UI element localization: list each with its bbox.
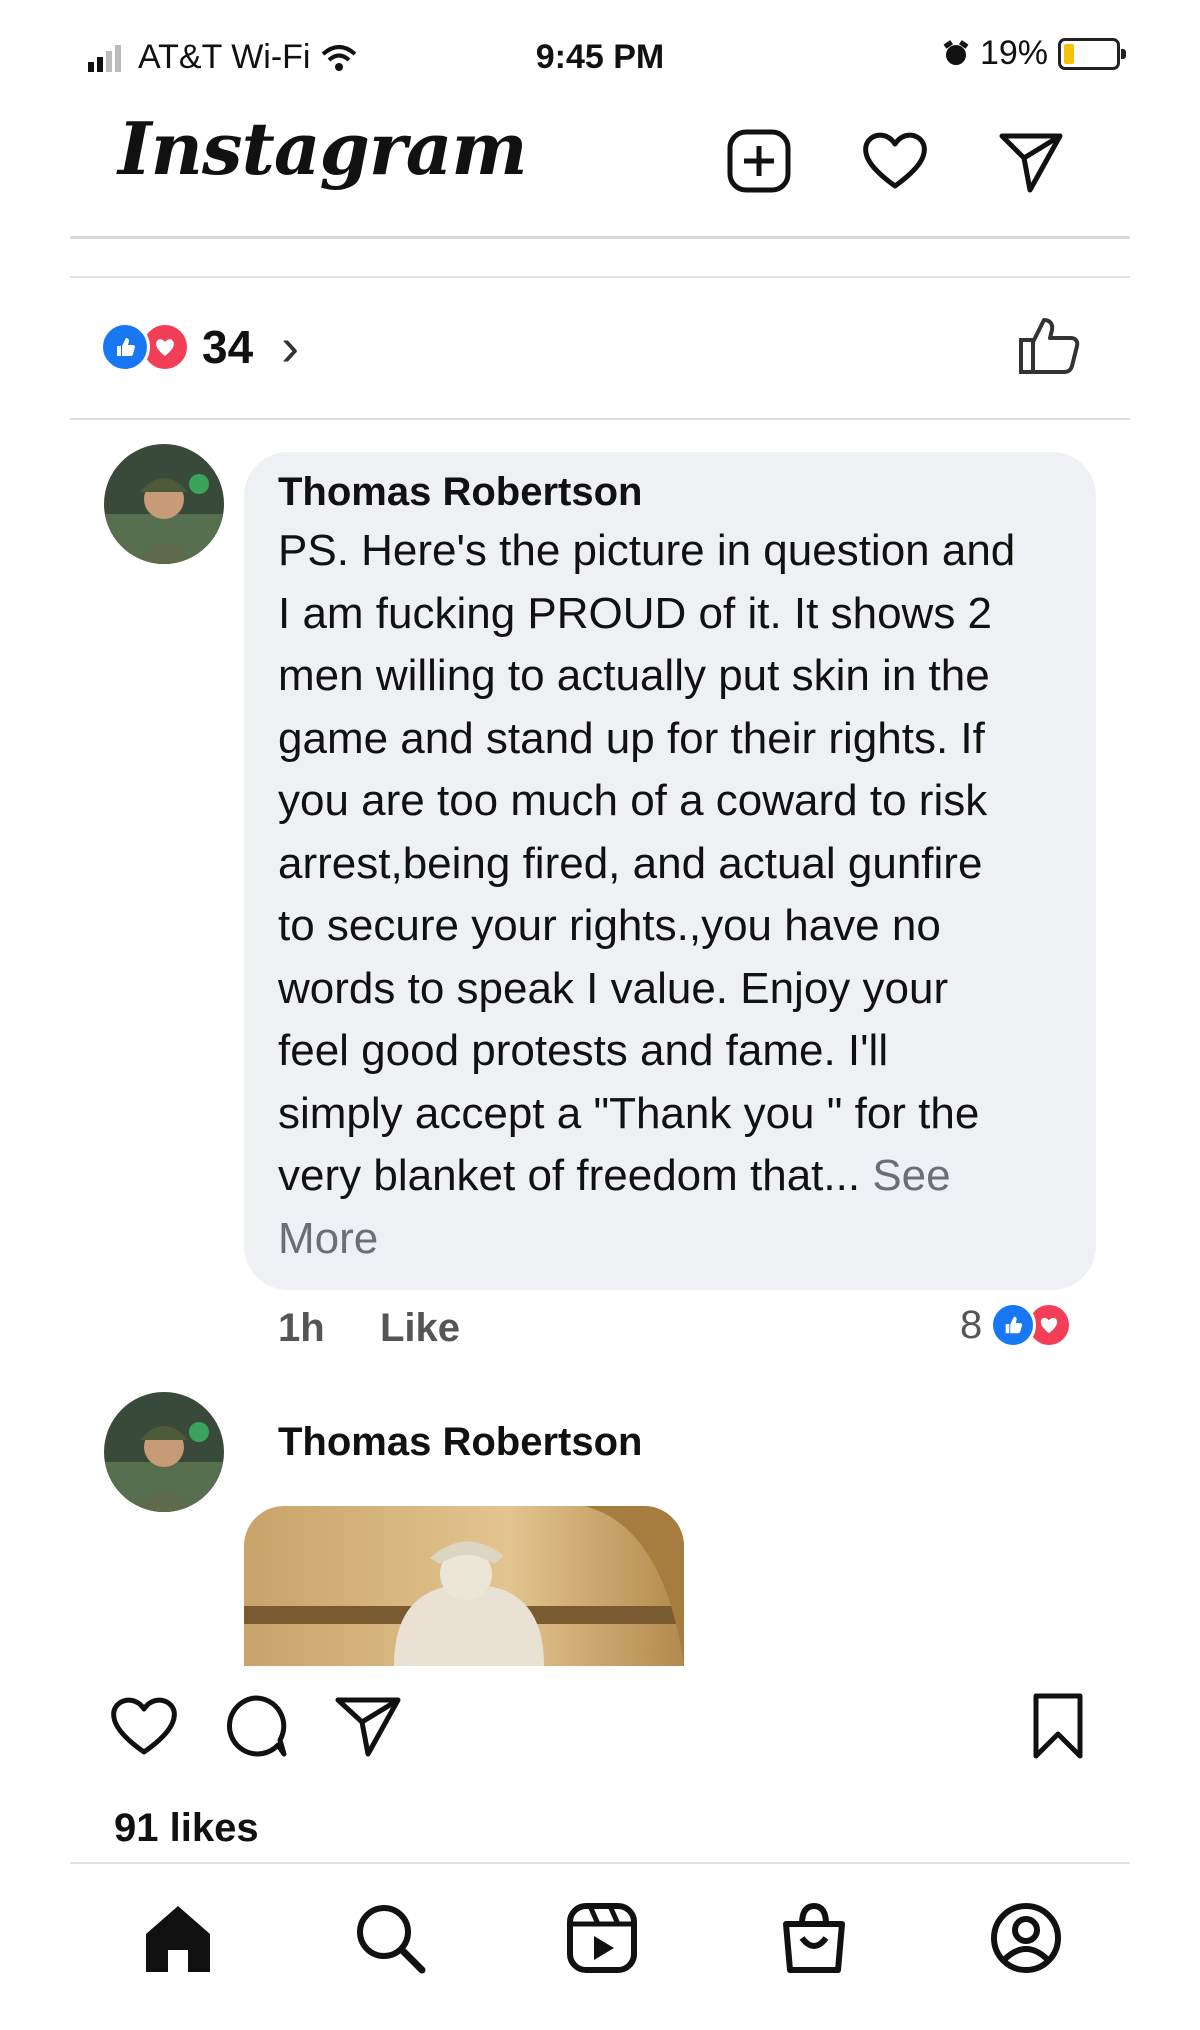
heart-icon[interactable] — [860, 126, 930, 196]
new-post-icon[interactable] — [724, 126, 794, 196]
comment-like-button[interactable]: Like — [380, 1306, 460, 1351]
comment-text: PS. Here's the picture in question and I… — [278, 520, 1078, 1270]
comment-line: you are too much of a coward to risk — [278, 776, 988, 825]
shop-icon[interactable] — [774, 1898, 854, 1978]
comment-icon[interactable] — [220, 1690, 292, 1762]
like-heart-icon[interactable] — [108, 1690, 180, 1762]
instagram-logo[interactable]: Instagram — [118, 106, 528, 191]
bookmark-icon[interactable] — [1022, 1690, 1094, 1762]
embed-top-border — [70, 276, 1130, 278]
commenter-avatar[interactable] — [104, 1392, 224, 1512]
like-reaction-icon — [990, 1302, 1037, 1348]
profile-icon[interactable] — [986, 1898, 1066, 1978]
comment-time: 1h — [278, 1306, 325, 1350]
status-bar: AT&T Wi-Fi 9:45 PM 19% — [0, 30, 1200, 86]
likes-count[interactable]: 91 likes — [114, 1806, 259, 1851]
header-divider — [70, 236, 1130, 239]
search-icon[interactable] — [350, 1898, 430, 1978]
comment-line: simply accept a "Thank you " for the — [278, 1088, 980, 1138]
nav-divider — [70, 1862, 1130, 1864]
comments-divider — [70, 418, 1130, 420]
thumbs-up-icon[interactable] — [1016, 312, 1082, 378]
comment-line: men willing to actually put skin in the — [278, 651, 990, 700]
reply-author[interactable]: Thomas Robertson — [278, 1420, 642, 1465]
direct-message-icon[interactable] — [996, 126, 1066, 196]
share-icon[interactable] — [332, 1690, 404, 1762]
home-icon[interactable] — [138, 1898, 218, 1978]
comment-line-last: very blanket of freedom that... See — [278, 1145, 1078, 1208]
like-reaction-icon — [100, 322, 150, 372]
commenter-avatar[interactable] — [104, 444, 224, 564]
comment-line: to secure your rights.,you have no — [278, 901, 941, 950]
comment-line: feel good protests and fame. I'll — [278, 1026, 889, 1075]
reels-icon[interactable] — [562, 1898, 642, 1978]
see-more-link[interactable]: See — [872, 1151, 950, 1200]
comment-line: I am fucking PROUD of it. It shows 2 — [278, 588, 993, 638]
battery-icon — [1058, 37, 1126, 70]
comment-line: arrest,being fired, and actual gunfire — [278, 838, 983, 888]
comment-line: PS. Here's the picture in question and — [278, 526, 1016, 575]
alarm-icon — [943, 39, 969, 65]
status-right: 19% — [942, 34, 1126, 73]
reaction-count: 34 — [202, 321, 254, 373]
comment-photo[interactable] — [244, 1506, 684, 1666]
comment-line: game and stand up for their rights. If — [278, 713, 985, 763]
comment-reactions[interactable]: 8 — [960, 1302, 1073, 1348]
comment-reaction-count: 8 — [960, 1302, 983, 1347]
battery-percent: 19% — [979, 34, 1048, 72]
chevron-right-icon[interactable]: › — [281, 316, 299, 378]
see-more-link-cont[interactable]: More — [278, 1208, 1078, 1271]
comment-line: very blanket of freedom that... — [278, 1151, 861, 1200]
comment-line: words to speak I value. Enjoy your — [278, 963, 949, 1013]
comment-author[interactable]: Thomas Robertson — [278, 470, 642, 515]
reaction-summary[interactable]: 34 › — [100, 312, 299, 382]
